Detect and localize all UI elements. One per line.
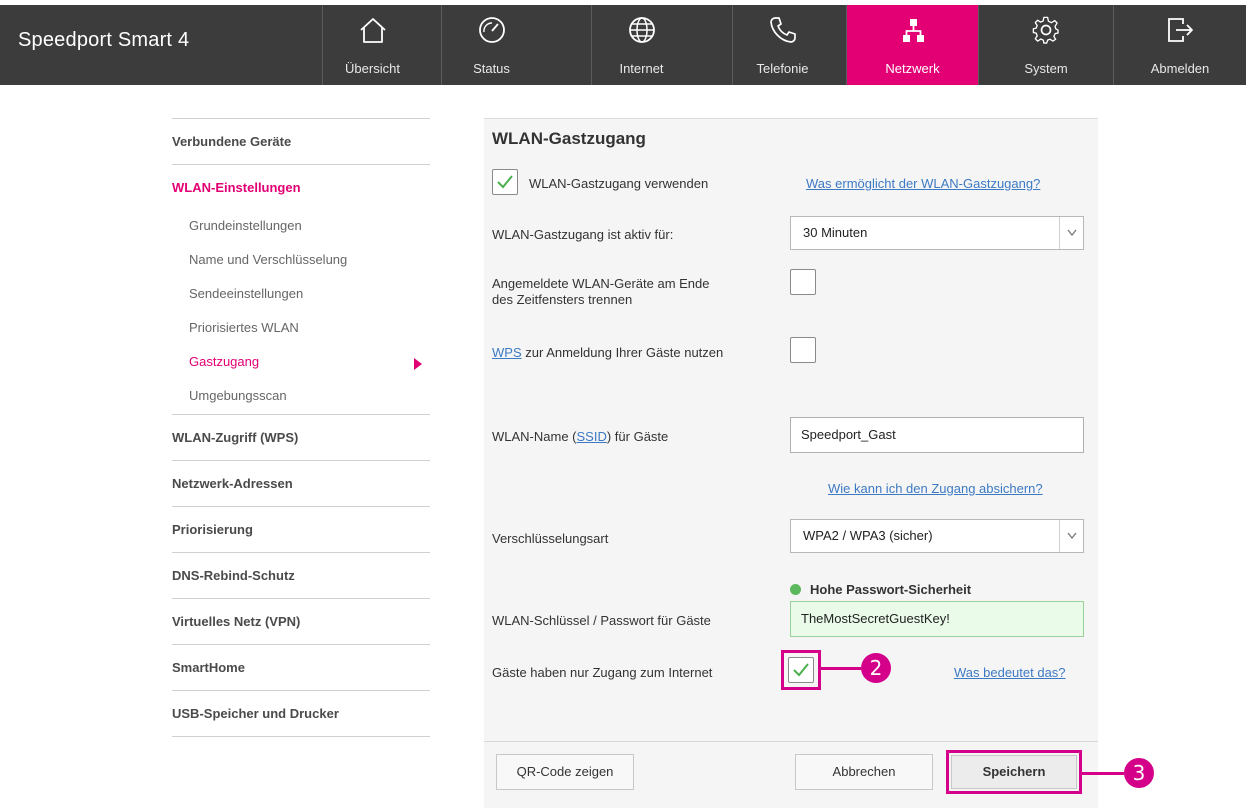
help-link-secure-access[interactable]: Wie kann ich den Zugang absichern? bbox=[828, 481, 1043, 496]
app-title: Speedport Smart 4 bbox=[18, 29, 190, 51]
phone-icon bbox=[768, 15, 798, 45]
qr-code-button[interactable]: QR-Code zeigen bbox=[496, 754, 634, 790]
network-icon bbox=[898, 15, 928, 45]
sidebar-item-verbundene-geraete[interactable]: Verbundene Geräte bbox=[172, 118, 430, 164]
help-link-internet-only[interactable]: Was bedeutet das? bbox=[954, 665, 1066, 680]
tab-label: Internet bbox=[619, 61, 664, 76]
tab-label: Netzwerk bbox=[885, 61, 940, 76]
sidebar-item-priorisierung[interactable]: Priorisierung bbox=[172, 506, 430, 552]
wps-label: WPS zur Anmeldung Ihrer Gäste nutzen bbox=[492, 345, 723, 360]
sidebar-subitem-name-verschluesselung[interactable]: Name und Verschlüsselung bbox=[172, 244, 430, 278]
sidebar-subitem-sendeeinstellungen[interactable]: Sendeeinstellungen bbox=[172, 278, 430, 312]
tab-telefonie[interactable]: Telefonie bbox=[732, 5, 832, 85]
encryption-label: Verschlüsselungsart bbox=[492, 531, 609, 546]
disconnect-devices-checkbox[interactable] bbox=[790, 269, 816, 295]
checkmark-icon bbox=[497, 175, 513, 189]
tab-label: Telefonie bbox=[756, 61, 809, 76]
password-strength-text: Hohe Passwort-Sicherheit bbox=[810, 582, 972, 597]
wps-label-text: zur Anmeldung Ihrer Gäste nutzen bbox=[521, 345, 724, 360]
callout-step-2: 2 bbox=[861, 653, 891, 683]
guest-access-enable-label: WLAN-Gastzugang verwenden bbox=[529, 176, 709, 191]
sidebar-item-wlan-zugriff-wps[interactable]: WLAN-Zugriff (WPS) bbox=[172, 414, 430, 460]
tab-netzwerk[interactable]: Netzwerk bbox=[846, 5, 978, 85]
wps-guest-checkbox[interactable] bbox=[790, 337, 816, 363]
ssid-link[interactable]: SSID bbox=[577, 429, 607, 444]
guest-wifi-panel: WLAN-Gastzugang WLAN-Gastzugang verwende… bbox=[484, 118, 1098, 808]
encryption-select[interactable]: WPA2 / WPA3 (sicher) bbox=[790, 519, 1084, 553]
duration-value: 30 Minuten bbox=[803, 225, 868, 240]
ssid-label: WLAN-Name (SSID) für Gäste bbox=[492, 429, 668, 444]
tab-status[interactable]: Status bbox=[441, 5, 541, 85]
active-arrow-icon bbox=[414, 358, 422, 370]
tab-label: Abmelden bbox=[1150, 61, 1210, 76]
sidebar-item-smarthome[interactable]: SmartHome bbox=[172, 644, 430, 690]
tab-label: Übersicht bbox=[345, 61, 400, 76]
internet-only-label: Gäste haben nur Zugang zum Internet bbox=[492, 665, 713, 680]
disconnect-label-line2: des Zeitfensters trennen bbox=[492, 292, 633, 307]
logout-icon bbox=[1165, 15, 1195, 45]
chevron-down-icon bbox=[1059, 217, 1083, 249]
sidebar-item-wlan-einstellungen[interactable]: WLAN-Einstellungen bbox=[172, 164, 430, 210]
globe-icon bbox=[627, 15, 657, 45]
callout-connector bbox=[1082, 772, 1124, 775]
disconnect-label-line1: Angemeldete WLAN-Geräte am Ende bbox=[492, 276, 710, 291]
sidebar-subitem-gastzugang[interactable]: Gastzugang bbox=[172, 346, 430, 380]
top-navigation: Speedport Smart 4 Übersicht Status Inter… bbox=[0, 5, 1246, 85]
tab-abmelden[interactable]: Abmelden bbox=[1113, 5, 1246, 85]
duration-label: WLAN-Gastzugang ist aktiv für: bbox=[492, 227, 674, 242]
tab-label: Status bbox=[473, 61, 510, 76]
gear-icon bbox=[1031, 15, 1061, 45]
sidebar-subitem-umgebungsscan[interactable]: Umgebungsscan bbox=[172, 380, 430, 414]
tab-system[interactable]: System bbox=[978, 5, 1113, 85]
sidebar-subitem-label: Gastzugang bbox=[189, 354, 260, 369]
callout-step-3: 3 bbox=[1124, 758, 1154, 788]
page-title: WLAN-Gastzugang bbox=[492, 129, 646, 148]
encryption-value: WPA2 / WPA3 (sicher) bbox=[803, 528, 933, 543]
sidebar-item-usb-speicher[interactable]: USB-Speicher und Drucker bbox=[172, 690, 430, 736]
sidebar-subitem-grundeinstellungen[interactable]: Grundeinstellungen bbox=[172, 210, 430, 244]
tab-label: System bbox=[1024, 61, 1068, 76]
sidebar-item-vpn[interactable]: Virtuelles Netz (VPN) bbox=[172, 598, 430, 644]
home-icon bbox=[358, 15, 388, 45]
cancel-button[interactable]: Abbrechen bbox=[795, 754, 933, 790]
guest-access-enable-checkbox[interactable] bbox=[492, 169, 518, 195]
ssid-label-post: ) für Gäste bbox=[606, 429, 669, 444]
chevron-down-icon bbox=[1059, 520, 1083, 552]
highlight-frame-checkbox bbox=[781, 650, 821, 690]
tab-uebersicht[interactable]: Übersicht bbox=[322, 5, 422, 85]
ssid-input[interactable]: Speedport_Gast bbox=[790, 417, 1084, 453]
sidebar-subitem-priorisiertes-wlan[interactable]: Priorisiertes WLAN bbox=[172, 312, 430, 346]
duration-select[interactable]: 30 Minuten bbox=[790, 216, 1084, 250]
highlight-frame-save bbox=[946, 750, 1082, 794]
footer-divider bbox=[484, 741, 1098, 742]
wps-link[interactable]: WPS bbox=[492, 345, 522, 360]
password-strength-indicator: Hohe Passwort-Sicherheit bbox=[790, 582, 971, 597]
sidebar-item-dns-rebind-schutz[interactable]: DNS-Rebind-Schutz bbox=[172, 552, 430, 598]
password-input[interactable]: TheMostSecretGuestKey! bbox=[790, 601, 1084, 637]
tab-internet[interactable]: Internet bbox=[591, 5, 691, 85]
help-link-guest-access[interactable]: Was ermöglicht der WLAN-Gastzugang? bbox=[806, 176, 1040, 191]
sidebar: Verbundene Geräte WLAN-Einstellungen Gru… bbox=[172, 118, 430, 737]
sidebar-item-netzwerk-adressen[interactable]: Netzwerk-Adressen bbox=[172, 460, 430, 506]
password-label: WLAN-Schlüssel / Passwort für Gäste bbox=[492, 613, 711, 628]
ssid-label-pre: WLAN-Name ( bbox=[492, 429, 577, 444]
callout-connector bbox=[821, 667, 861, 670]
status-dot-icon bbox=[790, 584, 801, 595]
gauge-icon bbox=[477, 15, 507, 45]
